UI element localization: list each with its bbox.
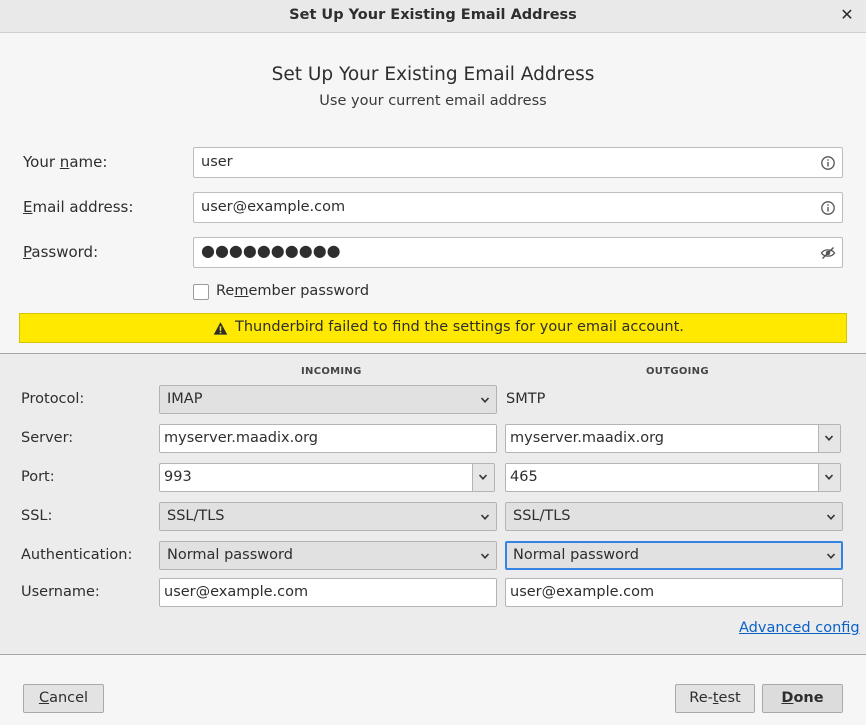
window-titlebar: Set Up Your Existing Email Address ✕ <box>0 0 866 33</box>
outgoing-server-dropdown-button[interactable] <box>818 425 840 452</box>
remember-password-checkbox[interactable] <box>193 284 209 300</box>
name-label: Your name: <box>23 153 108 171</box>
window-title: Set Up Your Existing Email Address <box>289 7 577 23</box>
server-label: Server: <box>21 430 74 446</box>
outgoing-port-value: 465 <box>510 469 538 485</box>
protocol-label: Protocol: <box>21 391 85 407</box>
incoming-ssl-select[interactable]: SSL/TLS <box>159 502 497 531</box>
incoming-port-dropdown-button[interactable] <box>472 464 494 491</box>
outgoing-protocol-value: SMTP <box>506 391 546 407</box>
name-input[interactable]: user <box>193 147 843 178</box>
retest-button[interactable]: Re-test <box>675 684 755 713</box>
email-label: Email address: <box>23 198 134 216</box>
outgoing-ssl-value: SSL/TLS <box>513 508 571 524</box>
chevron-down-icon <box>480 514 490 520</box>
outgoing-header: OUTGOING <box>646 366 709 377</box>
username-label: Username: <box>21 584 100 600</box>
outgoing-ssl-select[interactable]: SSL/TLS <box>505 502 843 531</box>
email-input[interactable]: user@example.com <box>193 192 843 223</box>
outgoing-username-input[interactable]: user@example.com <box>505 578 843 607</box>
incoming-authentication-select[interactable]: Normal password <box>159 541 497 570</box>
ssl-label: SSL: <box>21 508 53 524</box>
remember-password-label[interactable]: Remember password <box>216 283 369 299</box>
incoming-authentication-value: Normal password <box>167 547 293 563</box>
dialog-subheading: Use your current email address <box>319 93 547 109</box>
done-button[interactable]: Done <box>762 684 843 713</box>
password-value: ●●●●●●●●●● <box>201 241 341 260</box>
outgoing-port-combobox[interactable]: 465 <box>505 463 841 492</box>
incoming-ssl-value: SSL/TLS <box>167 508 225 524</box>
incoming-header: INCOMING <box>301 366 362 377</box>
incoming-server-input[interactable]: myserver.maadix.org <box>159 424 497 453</box>
incoming-protocol-select[interactable]: IMAP <box>159 385 497 414</box>
email-value: user@example.com <box>201 199 346 215</box>
authentication-label: Authentication: <box>21 547 133 563</box>
chevron-down-icon <box>824 435 834 441</box>
warning-icon <box>213 322 228 335</box>
chevron-down-icon <box>480 397 490 403</box>
chevron-down-icon <box>826 514 836 520</box>
chevron-down-icon <box>480 553 490 559</box>
advanced-config-link[interactable]: Advanced config <box>739 620 860 636</box>
password-label: Password: <box>23 243 99 261</box>
incoming-username-input[interactable]: user@example.com <box>159 578 497 607</box>
outgoing-authentication-select[interactable]: Normal password <box>505 541 843 570</box>
chevron-down-icon <box>824 474 834 480</box>
password-input[interactable]: ●●●●●●●●●● <box>193 237 843 268</box>
chevron-down-icon <box>478 474 488 480</box>
incoming-port-combobox[interactable]: 993 <box>159 463 495 492</box>
outgoing-server-combobox[interactable]: myserver.maadix.org <box>505 424 841 453</box>
outgoing-port-dropdown-button[interactable] <box>818 464 840 491</box>
eye-hidden-icon[interactable] <box>820 245 836 261</box>
incoming-protocol-value: IMAP <box>167 391 203 407</box>
outgoing-username-value: user@example.com <box>510 584 655 600</box>
info-icon[interactable] <box>820 200 836 216</box>
port-label: Port: <box>21 469 55 485</box>
dialog-heading: Set Up Your Existing Email Address <box>271 64 595 85</box>
incoming-port-value: 993 <box>164 469 192 485</box>
info-icon[interactable] <box>820 155 836 171</box>
name-value: user <box>201 154 233 170</box>
warning-text: Thunderbird failed to find the settings … <box>235 319 684 335</box>
incoming-username-value: user@example.com <box>164 584 309 600</box>
close-icon[interactable]: ✕ <box>838 5 856 25</box>
outgoing-server-value: myserver.maadix.org <box>510 430 664 446</box>
outgoing-authentication-value: Normal password <box>513 547 639 563</box>
cancel-button[interactable]: Cancel <box>23 684 104 713</box>
warning-notification: Thunderbird failed to find the settings … <box>19 313 847 343</box>
incoming-server-value: myserver.maadix.org <box>164 430 318 446</box>
chevron-down-icon <box>826 553 836 559</box>
